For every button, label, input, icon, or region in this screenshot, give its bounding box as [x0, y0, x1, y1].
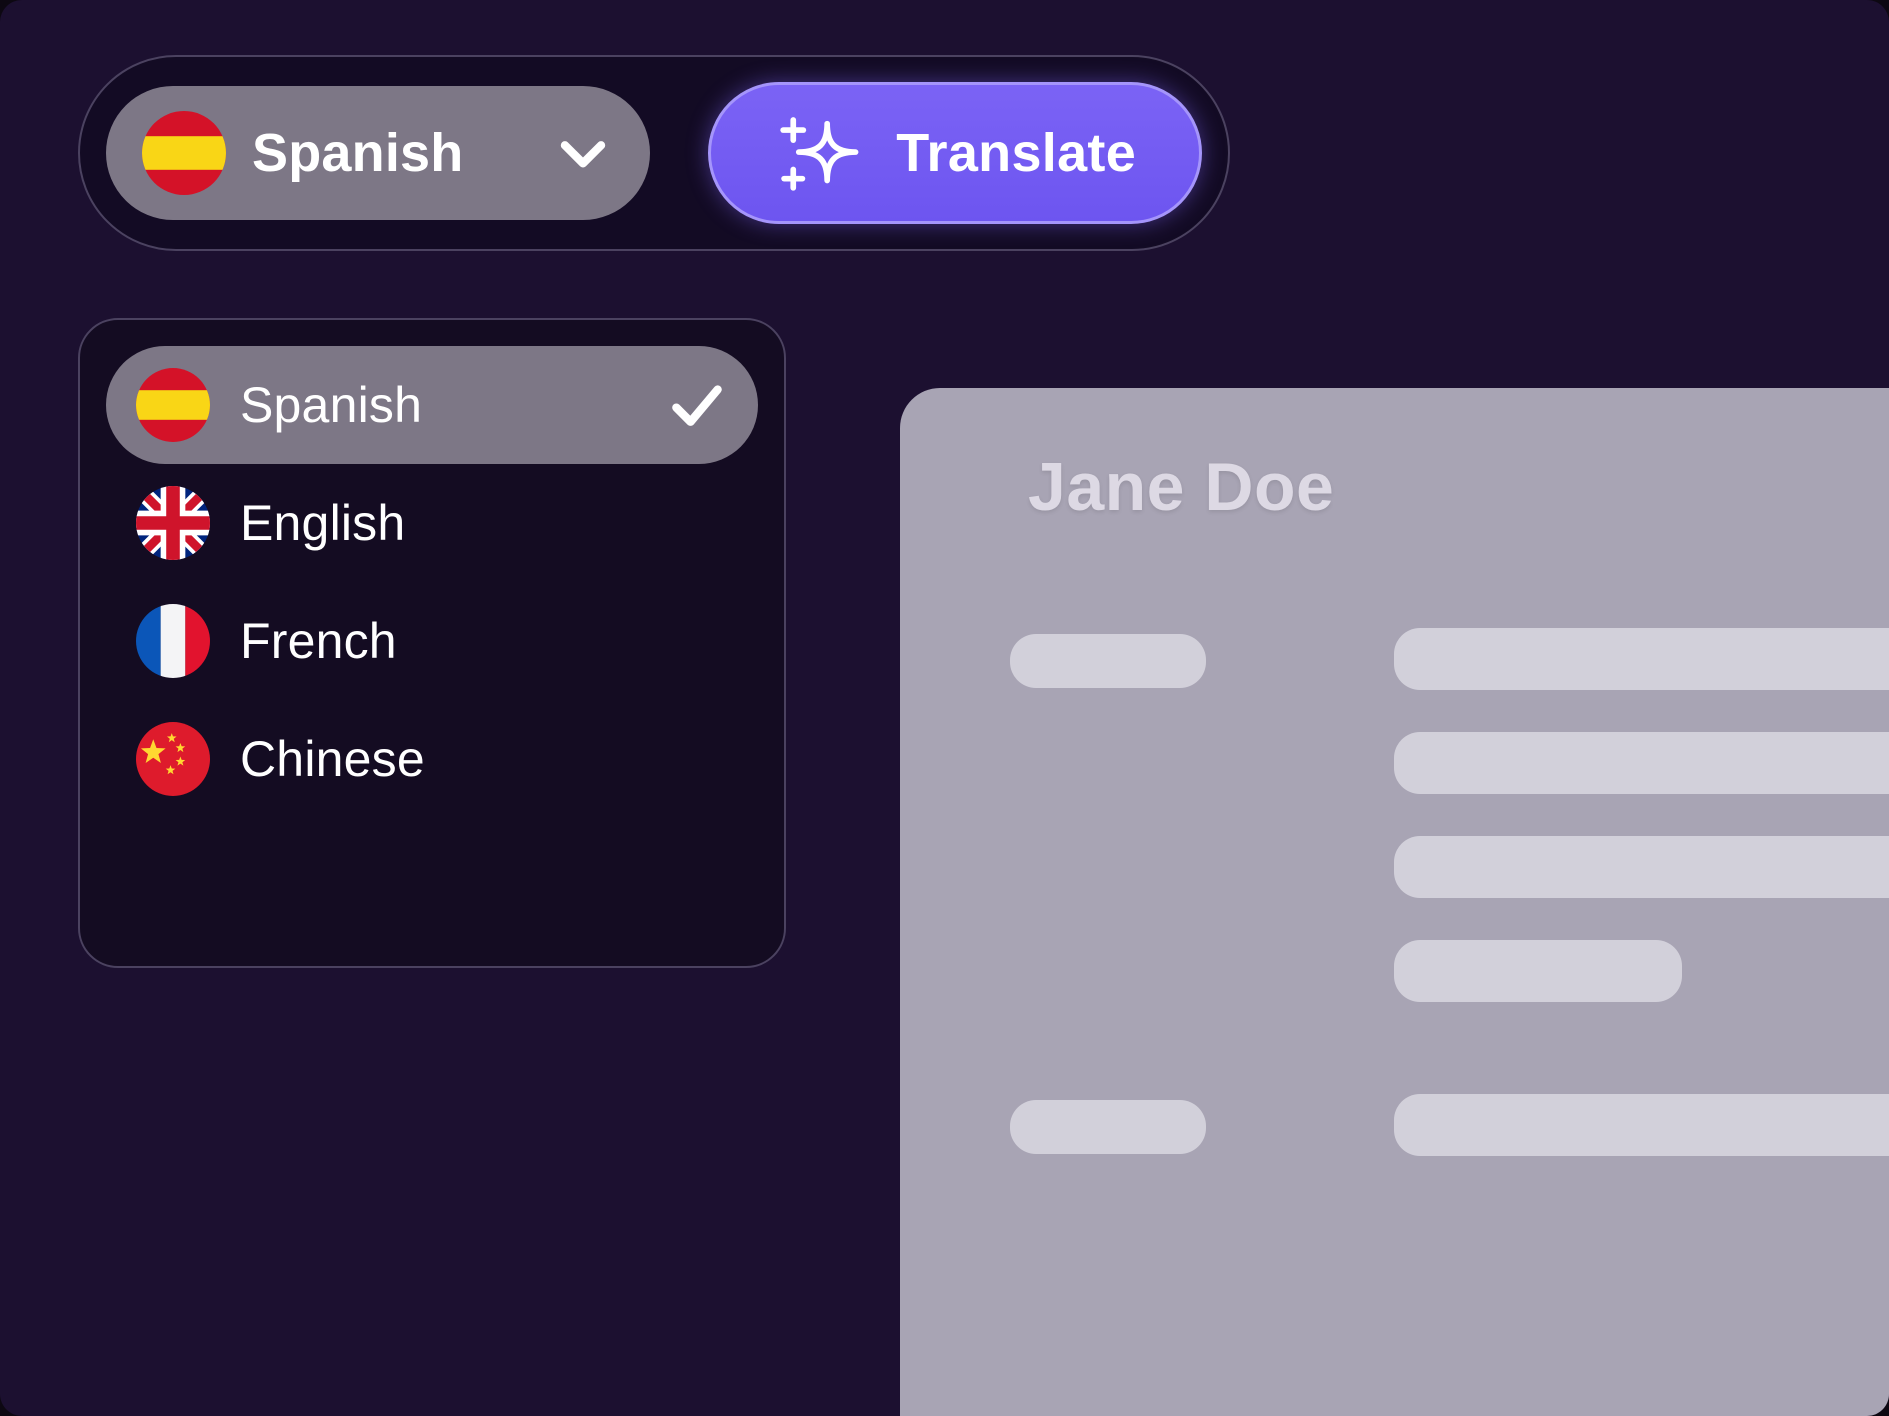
skeleton-bar: [1394, 1094, 1889, 1156]
skeleton-bar: [1394, 940, 1682, 1002]
sparkle-icon: [774, 109, 862, 197]
skeleton-bar: [1010, 1100, 1206, 1154]
chevron-down-icon[interactable]: [552, 122, 614, 184]
language-option-label: Spanish: [240, 377, 423, 433]
flag-uk-icon: [136, 486, 210, 560]
skeleton-bar: [1394, 628, 1889, 690]
language-option-label: English: [240, 495, 406, 551]
profile-name: Jane Doe: [1028, 449, 1335, 525]
translate-toolbar: Spanish Translate: [78, 55, 1230, 251]
language-selector-button[interactable]: Spanish: [106, 86, 651, 220]
flag-spain-icon: [136, 368, 210, 442]
app-canvas: Spanish Translate Spanish English French…: [0, 0, 1889, 1416]
language-option-chinese[interactable]: Chinese: [106, 700, 758, 818]
translate-button-label: Translate: [896, 123, 1137, 183]
profile-card: Jane Doe: [900, 388, 1889, 1416]
language-dropdown-menu: Spanish English French Chinese: [78, 318, 786, 968]
check-icon: [666, 374, 728, 436]
skeleton-bar: [1394, 732, 1889, 794]
language-option-english[interactable]: English: [106, 464, 758, 582]
language-option-label: Chinese: [240, 731, 425, 787]
language-option-french[interactable]: French: [106, 582, 758, 700]
flag-spain-icon: [142, 111, 226, 195]
skeleton-bar: [1394, 836, 1889, 898]
flag-china-icon: [136, 722, 210, 796]
skeleton-bar: [1010, 634, 1206, 688]
translate-button[interactable]: Translate: [708, 82, 1202, 224]
flag-france-icon: [136, 604, 210, 678]
language-option-label: French: [240, 613, 397, 669]
language-option-spanish[interactable]: Spanish: [106, 346, 758, 464]
selected-language-label: Spanish: [252, 123, 464, 183]
